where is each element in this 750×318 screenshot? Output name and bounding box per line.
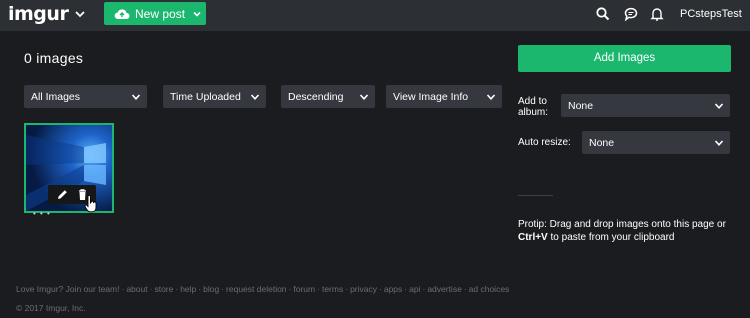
footer-link[interactable]: help	[180, 284, 196, 294]
auto-resize-label: Auto resize:	[518, 137, 571, 148]
protip-prefix: Protip: Drag and drop images onto this p…	[518, 219, 726, 230]
footer-separator: ·	[149, 284, 153, 294]
auto-resize-value: None	[589, 137, 615, 149]
chevron-down-icon	[714, 140, 724, 146]
album-select-value: None	[568, 100, 594, 112]
dropdown-label: Time Uploaded	[170, 91, 241, 103]
footer-link[interactable]: api	[409, 284, 420, 294]
album-select[interactable]: None	[561, 94, 730, 117]
footer-separator: ·	[404, 284, 408, 294]
chevron-down-icon	[486, 94, 496, 100]
filter-images-dropdown[interactable]: All Images	[24, 85, 147, 108]
sort-order-dropdown[interactable]: Descending	[281, 85, 375, 108]
top-bar: imgur New post PCstepsTest	[0, 0, 750, 31]
chevron-down-icon	[714, 103, 724, 109]
footer-separator: ·	[317, 284, 320, 294]
new-post-label: New post	[135, 7, 186, 21]
footer-link[interactable]: Love Imgur? Join our team!	[16, 284, 119, 294]
footer-link[interactable]: ad choices	[469, 284, 510, 294]
chevron-down-icon	[250, 94, 260, 100]
footer-separator: ·	[422, 284, 426, 294]
protip-text: Protip: Drag and drop images onto this p…	[518, 218, 733, 244]
dropdown-label: Descending	[288, 91, 344, 103]
copyright: © 2017 Imgur, Inc.	[16, 303, 86, 313]
footer-separator: ·	[463, 284, 467, 294]
footer-link[interactable]: privacy	[350, 284, 377, 294]
footer-separator: ·	[345, 284, 349, 294]
divider	[518, 195, 553, 196]
thumbnail-dots: • • •	[33, 209, 51, 218]
bell-icon[interactable]	[649, 6, 665, 22]
add-to-album-label: Add to album:	[518, 96, 549, 118]
footer-link[interactable]: advertise	[427, 284, 462, 294]
auto-resize-select[interactable]: None	[582, 131, 730, 154]
add-images-label: Add Images	[593, 52, 656, 64]
search-icon[interactable]	[595, 6, 611, 22]
protip-shortcut: Ctrl+V	[518, 232, 548, 243]
footer-link[interactable]: forum	[293, 284, 315, 294]
view-info-dropdown[interactable]: View Image Info	[386, 85, 502, 108]
footer-link[interactable]: store	[154, 284, 173, 294]
add-images-button[interactable]: Add Images	[518, 45, 731, 72]
dropdown-label: View Image Info	[393, 91, 469, 103]
footer-separator: ·	[221, 284, 225, 294]
chevron-down-icon	[193, 11, 201, 17]
footer-separator: ·	[198, 284, 202, 294]
chat-icon[interactable]	[623, 6, 639, 22]
image-count: 0 images	[24, 50, 84, 66]
footer-separator: ·	[175, 284, 179, 294]
footer-links: Love Imgur? Join our team! · about · store · h…	[16, 284, 509, 294]
protip-suffix: to paste from your clipboard	[550, 232, 675, 243]
sort-field-dropdown[interactable]: Time Uploaded	[163, 85, 266, 108]
chevron-down-icon[interactable]	[73, 7, 87, 21]
footer-separator: ·	[288, 284, 292, 294]
image-thumbnail[interactable]	[24, 123, 114, 213]
new-post-button[interactable]: New post	[104, 2, 206, 25]
footer-separator: ·	[379, 284, 382, 294]
username[interactable]: PCstepsTest	[680, 8, 742, 20]
footer-link[interactable]: terms	[322, 284, 343, 294]
imgur-logo[interactable]: imgur	[8, 3, 69, 25]
footer-link[interactable]: request deletion	[226, 284, 287, 294]
chevron-down-icon	[131, 94, 141, 100]
chevron-down-icon	[359, 94, 369, 100]
pencil-icon[interactable]	[56, 188, 69, 201]
footer-separator: ·	[121, 284, 125, 294]
cloud-upload-icon	[114, 9, 130, 20]
footer-link[interactable]: about	[126, 284, 147, 294]
dropdown-label: All Images	[31, 91, 81, 103]
footer-link[interactable]: blog	[203, 284, 219, 294]
footer-link[interactable]: apps	[384, 284, 402, 294]
hand-cursor-icon	[84, 195, 97, 213]
